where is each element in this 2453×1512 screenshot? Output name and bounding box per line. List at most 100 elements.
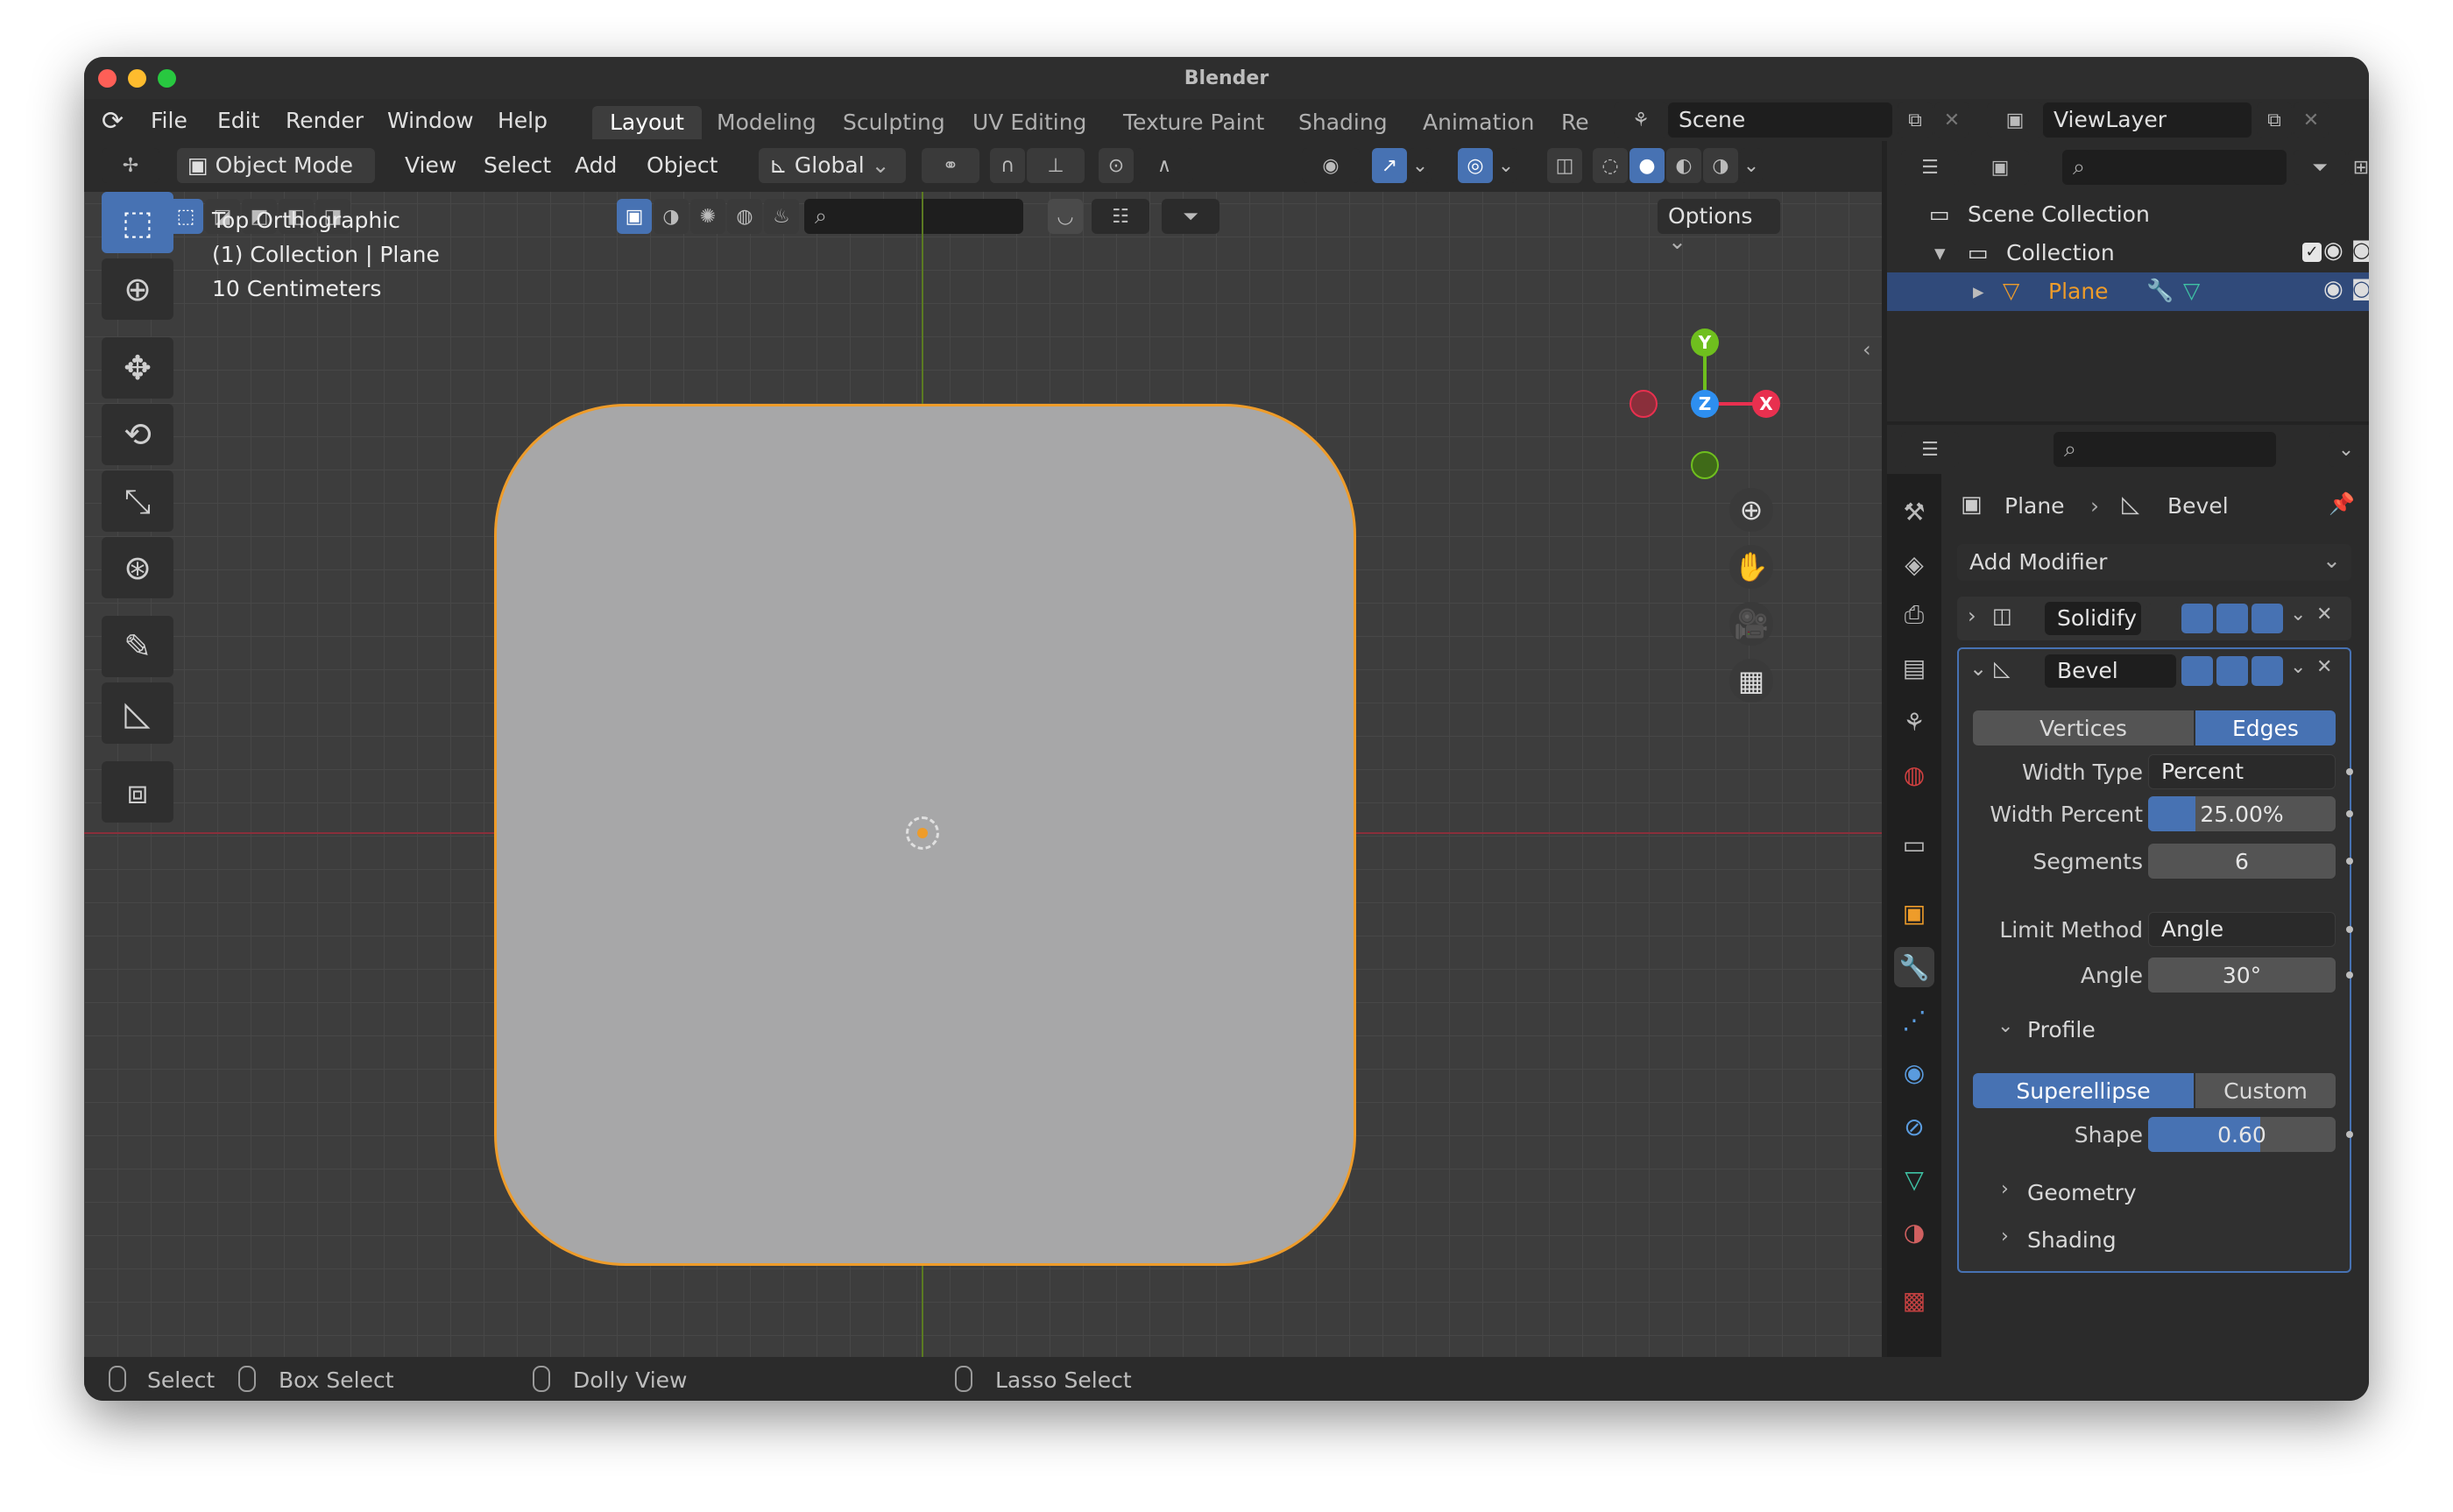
- outliner-editor-type-icon[interactable]: ☰: [1901, 150, 1959, 185]
- tab-modeling[interactable]: Modeling: [699, 106, 834, 139]
- limit-method-keyframe-dot[interactable]: [2346, 926, 2353, 933]
- menu-select[interactable]: Select: [484, 152, 551, 178]
- pivot-point-icon[interactable]: ⚭: [922, 148, 979, 183]
- profile-custom-button[interactable]: Custom: [2195, 1073, 2336, 1108]
- select-tool-icon[interactable]: ⬚: [102, 192, 173, 253]
- overlays-dropdown-icon[interactable]: ⌄: [1495, 148, 1517, 183]
- filter-icon[interactable]: ⏷: [1162, 199, 1219, 234]
- solidify-expand-icon[interactable]: ›: [1968, 604, 1976, 628]
- physics-tab-icon[interactable]: ◉: [1894, 1052, 1934, 1092]
- scene-tab-icon[interactable]: ⚘: [1894, 702, 1934, 742]
- profile-subpanel-label[interactable]: Profile: [2027, 1017, 2096, 1042]
- texture-tab-icon[interactable]: ▩: [1894, 1280, 1934, 1320]
- zoom-window-button[interactable]: [158, 69, 176, 88]
- plane-render-camera-icon[interactable]: ◙: [2351, 276, 2369, 300]
- scene-selector-icon[interactable]: ⚘: [1614, 102, 1668, 138]
- width-type-keyframe-dot[interactable]: [2346, 768, 2353, 775]
- collection-tab-icon[interactable]: ▭: [1894, 824, 1934, 865]
- modifier-solidify-header[interactable]: › ◫ Solidify ⌄ ✕: [1957, 597, 2351, 640]
- view-layer-selector-icon[interactable]: ▣: [1987, 102, 2043, 138]
- filter-light-icon[interactable]: ✺: [690, 199, 725, 234]
- gizmo-y-button[interactable]: Y: [1691, 329, 1719, 357]
- constraints-tab-icon[interactable]: ⊘: [1894, 1106, 1934, 1147]
- menu-add[interactable]: Add: [575, 152, 617, 178]
- gizmo-neg-y-button[interactable]: [1691, 451, 1719, 479]
- bevel-viewport-icon[interactable]: [2216, 656, 2248, 686]
- solidify-edit-cage-icon[interactable]: [2146, 604, 2178, 633]
- outliner-row-scene-collection[interactable]: ▭ Scene Collection: [1887, 195, 2369, 234]
- properties-options-icon[interactable]: ⌄: [2329, 432, 2364, 467]
- view-layer-field[interactable]: ViewLayer: [2043, 102, 2252, 138]
- output-tab-icon[interactable]: ⎙: [1894, 595, 1934, 635]
- width-percent-slider[interactable]: 25.00%: [2148, 796, 2336, 831]
- blender-logo-icon[interactable]: ⟳: [102, 106, 124, 137]
- bevel-collapse-icon[interactable]: ⌄: [1969, 656, 1987, 681]
- scale-tool-icon[interactable]: ⤡: [102, 470, 173, 532]
- profile-superellipse-button[interactable]: Superellipse: [1973, 1073, 2194, 1108]
- menu-render[interactable]: Render: [286, 108, 364, 133]
- bevel-remove-icon[interactable]: ✕: [2316, 656, 2332, 678]
- shading-expand-icon[interactable]: ›: [2001, 1226, 2009, 1247]
- hierarchy-icon[interactable]: ☷: [1092, 199, 1149, 234]
- plane-expand-icon[interactable]: ▸: [1973, 279, 1984, 304]
- segments-field[interactable]: 6: [2148, 844, 2336, 879]
- solidify-edit-mode-icon[interactable]: [2181, 604, 2213, 633]
- xray-toggle-icon[interactable]: ◫: [1547, 148, 1582, 183]
- camera-view-icon[interactable]: 🎥: [1729, 602, 1773, 646]
- collection-visibility-eye-icon[interactable]: ◉: [2323, 237, 2343, 264]
- new-scene-icon[interactable]: ⧉: [1898, 102, 1933, 138]
- collection-checkbox[interactable]: ✓: [2302, 243, 2322, 262]
- plane-modifier-wrench-icon[interactable]: 🔧: [2146, 278, 2174, 304]
- tab-texture-paint[interactable]: Texture Paint: [1106, 106, 1282, 139]
- new-collection-icon[interactable]: ⊞: [2348, 150, 2369, 185]
- bevel-render-icon[interactable]: [2252, 656, 2283, 686]
- filter-object-icon[interactable]: ▣: [617, 199, 652, 234]
- data-tab-icon[interactable]: ▽: [1894, 1159, 1934, 1199]
- menu-file[interactable]: File: [151, 108, 187, 133]
- solidify-name-field[interactable]: Solidify: [2045, 602, 2141, 635]
- world-tab-icon[interactable]: ◍: [1894, 754, 1934, 795]
- menu-window[interactable]: Window: [387, 108, 474, 133]
- filter-render-icon[interactable]: ♨: [764, 199, 799, 234]
- properties-search-input[interactable]: ⌕: [2054, 432, 2276, 467]
- solidify-render-icon[interactable]: [2252, 604, 2283, 633]
- display-mode-icon[interactable]: ▣: [1971, 150, 2029, 185]
- outliner-row-collection[interactable]: ▾ ▭ Collection ✓ ◉ ◙: [1887, 234, 2369, 272]
- tab-layout[interactable]: Layout: [592, 106, 702, 139]
- tool-tab-icon[interactable]: ⚒: [1894, 491, 1934, 532]
- object-tab-icon[interactable]: ▣: [1894, 893, 1934, 933]
- outliner-search-input[interactable]: ⌕: [2062, 150, 2287, 185]
- render-tab-icon[interactable]: ◈: [1894, 544, 1934, 584]
- scene-name-field[interactable]: Scene: [1668, 102, 1892, 138]
- editor-type-icon[interactable]: ✢: [102, 148, 159, 183]
- tab-animation[interactable]: Animation: [1405, 106, 1552, 139]
- particles-tab-icon[interactable]: ⋰: [1894, 1000, 1934, 1040]
- gizmo-dropdown-icon[interactable]: ⌄: [1409, 148, 1432, 183]
- delete-view-layer-icon[interactable]: ✕: [2294, 102, 2329, 138]
- bevel-name-field[interactable]: Bevel: [2045, 654, 2176, 688]
- solidify-viewport-icon[interactable]: [2216, 604, 2248, 633]
- 3d-viewport[interactable]: ⬚ ◪ ◩ ◧ ◨ ▣ ◑ ✺ ◍ ♨ ⌕ ◡ ☷ ⏷ Options ⌄ To…: [84, 192, 1882, 1401]
- solid-shading-icon[interactable]: ●: [1629, 148, 1665, 183]
- new-view-layer-icon[interactable]: ⧉: [2257, 102, 2292, 138]
- select-new-mode-icon[interactable]: ⬚: [168, 199, 203, 234]
- curve-icon[interactable]: ◡: [1048, 199, 1083, 234]
- transform-tool-icon[interactable]: ⊛: [102, 537, 173, 598]
- tab-sculpting[interactable]: Sculpting: [825, 106, 963, 139]
- add-cube-tool-icon[interactable]: ⧈: [102, 761, 173, 823]
- properties-editor-type-icon[interactable]: ☰: [1901, 432, 1959, 467]
- shading-dropdown-icon[interactable]: ⌄: [1740, 148, 1763, 183]
- limit-method-dropdown[interactable]: Angle: [2148, 912, 2336, 947]
- tab-uv-editing[interactable]: UV Editing: [955, 106, 1104, 139]
- move-tool-icon[interactable]: ✥: [102, 337, 173, 399]
- view-layer-tab-icon[interactable]: ▤: [1894, 647, 1934, 688]
- options-dropdown[interactable]: Options ⌄: [1658, 199, 1780, 254]
- visibility-icon[interactable]: ◉: [1302, 148, 1360, 183]
- width-type-dropdown[interactable]: Percent: [2148, 754, 2336, 789]
- menu-help[interactable]: Help: [498, 108, 548, 133]
- transform-orientation-dropdown[interactable]: ⊾ Global ⌄: [759, 148, 906, 183]
- shape-slider[interactable]: 0.60: [2148, 1117, 2336, 1152]
- sidebar-toggle-icon[interactable]: ‹: [1863, 337, 1871, 362]
- close-window-button[interactable]: [98, 69, 117, 88]
- wireframe-shading-icon[interactable]: ◌: [1593, 148, 1628, 183]
